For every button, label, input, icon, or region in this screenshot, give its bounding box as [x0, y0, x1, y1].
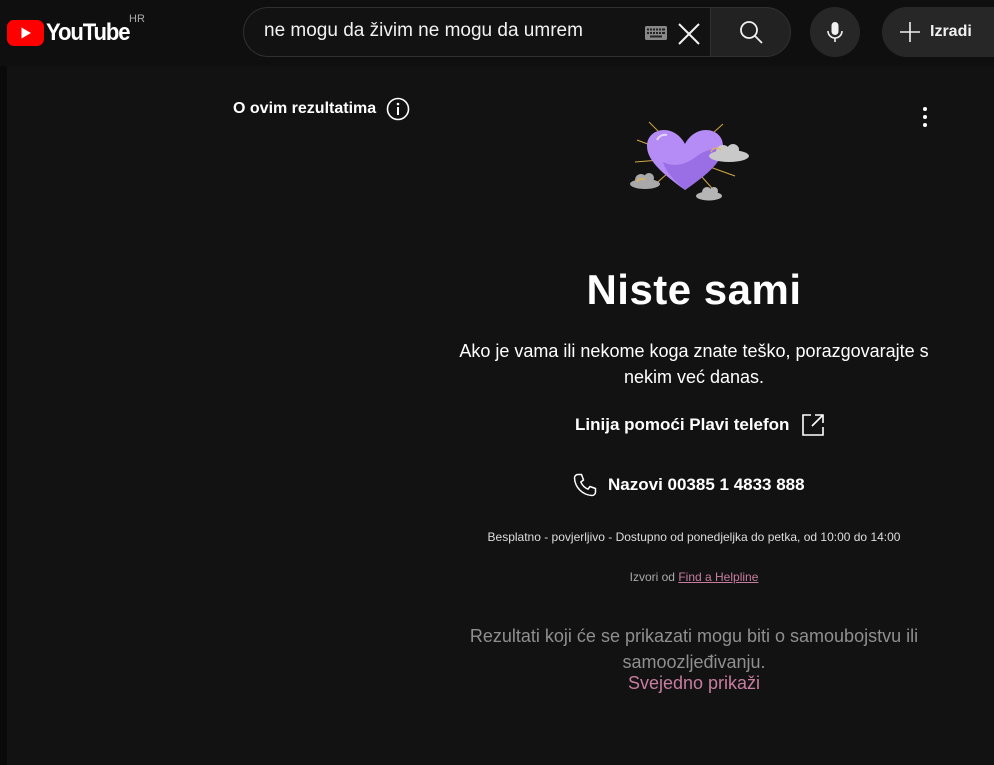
search-button[interactable]	[710, 7, 791, 57]
about-results-button[interactable]: O ovim rezultatima	[233, 97, 410, 121]
left-gutter	[0, 66, 7, 765]
call-helpline-button[interactable]: Nazovi 00385 1 4833 888	[572, 472, 805, 498]
search-input[interactable]: ne mogu da živim ne mogu da umrem	[264, 20, 624, 42]
panel-title: Niste sami	[586, 266, 802, 313]
keyboard-icon[interactable]	[644, 24, 668, 42]
create-button[interactable]: Izradi	[882, 7, 994, 57]
more-vert-icon[interactable]	[914, 105, 936, 129]
availability-text: Besplatno - povjerljivo - Dostupno od po…	[487, 530, 901, 544]
phone-icon	[573, 473, 597, 497]
show-anyway-link[interactable]: Svejedno prikaži	[594, 673, 794, 694]
youtube-logo[interactable]: YouTube	[7, 19, 137, 47]
top-bar: YouTube HR ne mogu da živim ne mogu da u…	[0, 0, 994, 66]
find-a-helpline-link[interactable]: Find a Helpline	[678, 570, 758, 584]
search-icon	[739, 21, 763, 44]
plus-icon	[900, 22, 920, 42]
call-label: Nazovi 00385 1 4833 888	[608, 475, 805, 494]
voice-search-button[interactable]	[810, 7, 860, 57]
about-results-label: O ovim rezultatima	[233, 100, 377, 117]
results-warning: Rezultati koji će se prikazati mogu biti…	[469, 626, 919, 672]
create-label: Izradi	[930, 23, 972, 40]
info-icon	[386, 97, 410, 121]
helpline-label: Linija pomoći Plavi telefon	[575, 415, 790, 434]
external-link-icon	[802, 414, 825, 436]
heart-illustration	[630, 121, 749, 201]
search-field[interactable]: ne mogu da živim ne mogu da umrem	[243, 7, 710, 57]
helpline-link[interactable]: Linija pomoći Plavi telefon	[575, 412, 826, 438]
close-icon[interactable]	[676, 21, 702, 47]
youtube-play-icon	[7, 20, 44, 46]
source-prefix: Izvori od	[629, 570, 675, 584]
source-attribution: Izvori od Find a Helpline	[494, 570, 894, 584]
country-code: HR	[129, 13, 145, 25]
search-bar: ne mogu da živim ne mogu da umrem	[243, 7, 791, 57]
mic-icon	[827, 22, 843, 42]
panel-description: Ako je vama ili nekome koga znate teško,…	[459, 341, 929, 387]
logo-text: YouTube	[46, 19, 131, 46]
